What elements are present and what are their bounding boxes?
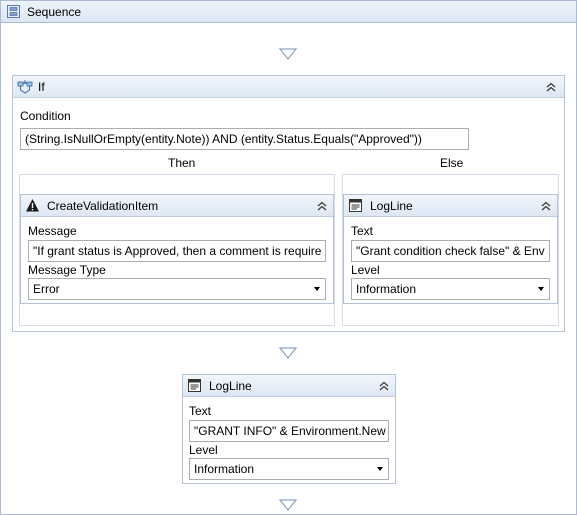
level-select[interactable]: Information <box>189 458 389 480</box>
then-label: Then <box>168 156 196 170</box>
text-label: Text <box>351 224 374 238</box>
text-input[interactable]: "Grant condition check false" & Env <box>351 240 550 262</box>
text-input[interactable]: "GRANT INFO" & Environment.New <box>189 420 389 442</box>
text-label: Text <box>189 404 212 418</box>
logline-else-title: LogLine <box>370 199 413 213</box>
log-icon <box>349 199 362 212</box>
collapse-icon[interactable] <box>315 199 329 213</box>
message-input[interactable]: "If grant status is Approved, then a com… <box>28 240 326 262</box>
warning-icon <box>26 199 39 212</box>
logline-activity[interactable]: LogLine Text "GRANT INFO" & Environment.… <box>182 374 396 484</box>
else-label: Else <box>440 156 464 170</box>
if-title: If <box>38 80 45 94</box>
if-header[interactable]: If <box>13 76 564 98</box>
sequence-icon <box>7 5 20 18</box>
else-branch[interactable]: LogLine Text "Grant condition check fals… <box>342 174 559 326</box>
if-branch-icon <box>17 80 33 94</box>
sequence-title: Sequence <box>27 5 82 19</box>
level-value: Information <box>194 462 255 476</box>
logline-else-header[interactable]: LogLine <box>344 195 557 217</box>
create-validation-item-title: CreateValidationItem <box>47 199 159 213</box>
log-icon <box>188 379 201 392</box>
condition-input[interactable]: (String.IsNullOrEmpty(entity.Note)) AND … <box>20 128 469 150</box>
drop-target-arrow-icon[interactable] <box>279 499 297 511</box>
level-label: Level <box>351 263 380 277</box>
message-type-label: Message Type <box>28 263 106 277</box>
drop-target-arrow-icon[interactable] <box>279 347 297 359</box>
message-type-select[interactable]: Error <box>28 278 326 300</box>
collapse-icon[interactable] <box>539 199 553 213</box>
chevron-down-icon[interactable] <box>314 287 320 291</box>
logline-title: LogLine <box>209 379 252 393</box>
chevron-down-icon[interactable] <box>538 287 544 291</box>
collapse-icon[interactable] <box>544 80 558 94</box>
drop-target-arrow-icon[interactable] <box>279 48 297 60</box>
condition-label: Condition <box>20 109 71 123</box>
sequence-header[interactable]: Sequence <box>1 1 576 23</box>
logline-else-activity[interactable]: LogLine Text "Grant condition check fals… <box>343 194 558 304</box>
logline-header[interactable]: LogLine <box>183 375 395 397</box>
then-branch[interactable]: CreateValidationItem Message "If grant s… <box>19 174 335 326</box>
level-value: Information <box>356 282 417 296</box>
level-label: Level <box>189 443 218 457</box>
create-validation-item-header[interactable]: CreateValidationItem <box>21 195 333 217</box>
create-validation-item-activity[interactable]: CreateValidationItem Message "If grant s… <box>20 194 334 304</box>
collapse-icon[interactable] <box>377 379 391 393</box>
chevron-down-icon[interactable] <box>377 467 383 471</box>
if-activity[interactable]: If Condition (String.IsNullOrEmpty(entit… <box>12 75 565 332</box>
level-select[interactable]: Information <box>351 278 550 300</box>
message-label: Message <box>28 224 77 238</box>
message-type-value: Error <box>33 282 60 296</box>
